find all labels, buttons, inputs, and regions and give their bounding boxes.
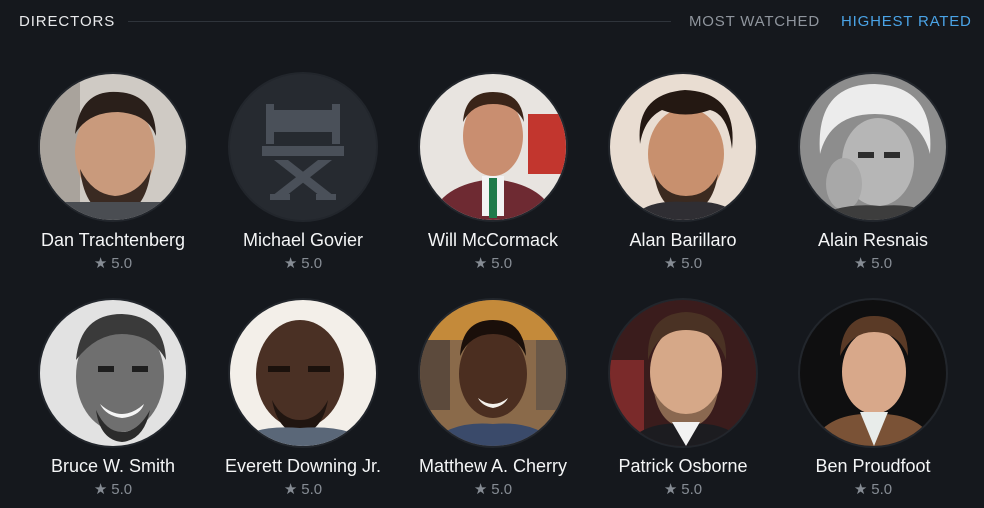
rating-value: 5.0: [301, 255, 323, 272]
star-icon: ★: [283, 255, 298, 272]
director-name[interactable]: Alan Barillaro: [588, 229, 778, 251]
star-icon: ★: [663, 481, 678, 498]
director-rating: ★ 5.0: [18, 481, 208, 499]
director-card[interactable]: Everett Downing Jr. ★ 5.0: [208, 298, 398, 508]
rating-value: 5.0: [491, 481, 513, 498]
director-card[interactable]: Alan Barillaro ★ 5.0: [588, 72, 778, 282]
director-name[interactable]: Matthew A. Cherry: [398, 455, 588, 477]
director-name[interactable]: Everett Downing Jr.: [208, 455, 398, 477]
star-icon: ★: [853, 255, 868, 272]
director-card[interactable]: Patrick Osborne ★ 5.0: [588, 298, 778, 508]
director-rating: ★ 5.0: [588, 481, 778, 499]
star-icon: ★: [473, 255, 488, 272]
rating-value: 5.0: [871, 481, 893, 498]
director-name[interactable]: Will McCormack: [398, 229, 588, 251]
director-rating: ★ 5.0: [398, 481, 588, 499]
director-card[interactable]: Alain Resnais ★ 5.0: [778, 72, 968, 282]
directors-grid: Dan Trachtenberg ★ 5.0 Michael Govier ★ …: [0, 0, 984, 508]
director-avatar[interactable]: [38, 72, 188, 222]
directors-panel: DIRECTORS MOST WATCHED HIGHEST RATED Dan…: [0, 0, 984, 508]
director-avatar[interactable]: [418, 72, 568, 222]
director-card[interactable]: Will McCormack ★ 5.0: [398, 72, 588, 282]
director-avatar[interactable]: [38, 298, 188, 448]
rating-value: 5.0: [491, 255, 513, 272]
director-avatar[interactable]: [798, 72, 948, 222]
director-name[interactable]: Dan Trachtenberg: [18, 229, 208, 251]
star-icon: ★: [283, 481, 298, 498]
director-rating: ★ 5.0: [398, 255, 588, 273]
director-card[interactable]: Bruce W. Smith ★ 5.0: [18, 298, 208, 508]
rating-value: 5.0: [681, 255, 703, 272]
rating-value: 5.0: [111, 255, 133, 272]
star-icon: ★: [473, 481, 488, 498]
director-card[interactable]: Michael Govier ★ 5.0: [208, 72, 398, 282]
director-rating: ★ 5.0: [208, 481, 398, 499]
director-card[interactable]: Dan Trachtenberg ★ 5.0: [18, 72, 208, 282]
director-avatar[interactable]: [228, 298, 378, 448]
director-chair-icon: [230, 74, 376, 220]
star-icon: ★: [93, 481, 108, 498]
director-avatar[interactable]: [608, 72, 758, 222]
director-name[interactable]: Michael Govier: [208, 229, 398, 251]
director-rating: ★ 5.0: [588, 255, 778, 273]
director-avatar[interactable]: [228, 72, 378, 222]
rating-value: 5.0: [301, 481, 323, 498]
director-name[interactable]: Patrick Osborne: [588, 455, 778, 477]
director-rating: ★ 5.0: [208, 255, 398, 273]
rating-value: 5.0: [111, 481, 133, 498]
star-icon: ★: [93, 255, 108, 272]
director-rating: ★ 5.0: [18, 255, 208, 273]
star-icon: ★: [853, 481, 868, 498]
director-avatar[interactable]: [418, 298, 568, 448]
director-name[interactable]: Alain Resnais: [778, 229, 968, 251]
rating-value: 5.0: [871, 255, 893, 272]
rating-value: 5.0: [681, 481, 703, 498]
director-card[interactable]: Ben Proudfoot ★ 5.0: [778, 298, 968, 508]
director-name[interactable]: Ben Proudfoot: [778, 455, 968, 477]
director-name[interactable]: Bruce W. Smith: [18, 455, 208, 477]
director-rating: ★ 5.0: [778, 481, 968, 499]
star-icon: ★: [663, 255, 678, 272]
director-avatar[interactable]: [608, 298, 758, 448]
director-avatar[interactable]: [798, 298, 948, 448]
director-card[interactable]: Matthew A. Cherry ★ 5.0: [398, 298, 588, 508]
director-rating: ★ 5.0: [778, 255, 968, 273]
